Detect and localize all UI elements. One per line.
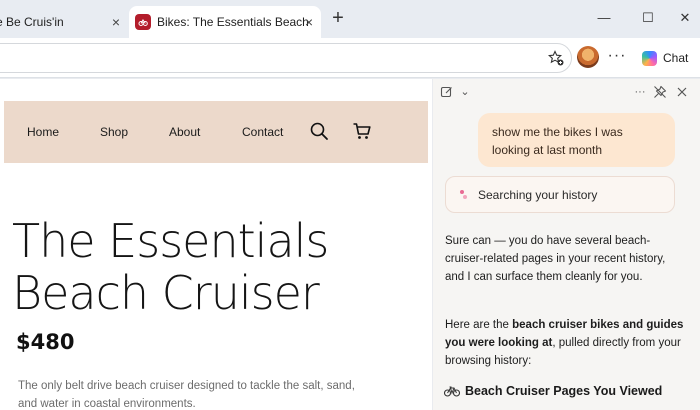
tab-strip: e Be Cruis'in × Bikes: The Essentials Be… <box>0 0 700 38</box>
address-bar[interactable] <box>0 43 572 73</box>
close-tab-icon[interactable]: × <box>301 14 317 30</box>
profile-avatar[interactable] <box>577 46 599 68</box>
product-description: The only belt drive beach cruiser design… <box>18 380 355 410</box>
close-sidebar-icon[interactable] <box>675 85 689 99</box>
search-status-text: Searching your history <box>478 187 598 202</box>
chat-label: Chat <box>663 51 689 65</box>
bicycle-icon <box>444 386 460 397</box>
close-tab-icon[interactable]: × <box>108 14 124 30</box>
chevron-down-icon[interactable]: ⌄ <box>458 85 472 99</box>
web-page: Home Shop About Contact The Essentials B… <box>0 79 432 410</box>
tab-title: Bikes: The Essentials Beach Cruiser <box>157 15 312 29</box>
nav-home-link[interactable]: Home <box>27 125 59 139</box>
nav-contact-link[interactable]: Contact <box>242 125 283 139</box>
close-window-button[interactable]: ✕ <box>677 10 693 26</box>
site-favicon-icon <box>135 14 151 30</box>
tab-current[interactable]: Bikes: The Essentials Beach Cruiser × <box>129 6 321 38</box>
sidebar-more-icon[interactable]: ··· <box>633 85 647 99</box>
minimize-button[interactable]: — <box>596 10 612 26</box>
browser-toolbar: ··· Chat <box>0 38 700 78</box>
user-message-bubble: show me the bikes I was looking at last … <box>478 113 675 167</box>
site-navigation: Home Shop About Contact <box>4 101 428 163</box>
more-options-button[interactable]: ··· <box>606 46 628 68</box>
copilot-chat-button[interactable]: Chat <box>636 45 694 71</box>
maximize-button[interactable]: ☐ <box>640 10 656 26</box>
product-price: $480 <box>16 330 75 354</box>
new-tab-button[interactable]: + <box>328 8 348 29</box>
sidebar-header: ⌄ ··· <box>433 79 700 105</box>
product-title: The Essentials Beach Cruiser <box>12 214 329 320</box>
search-icon[interactable] <box>309 121 329 141</box>
tab-previous[interactable]: e Be Cruis'in × <box>0 6 128 38</box>
tab-title: e Be Cruis'in <box>0 15 64 29</box>
new-chat-icon[interactable] <box>440 85 454 99</box>
assistant-response-paragraph: Here are the beach cruiser bikes and gui… <box>445 316 685 370</box>
response-heading: Beach Cruiser Pages You Viewed <box>444 384 694 398</box>
heading-text: Beach Cruiser Pages You Viewed <box>465 384 663 398</box>
nav-about-link[interactable]: About <box>169 125 200 139</box>
cart-icon[interactable] <box>352 121 372 141</box>
nav-shop-link[interactable]: Shop <box>100 125 128 139</box>
unpin-icon[interactable] <box>653 85 667 99</box>
copilot-icon <box>642 50 657 66</box>
assistant-response-paragraph: Sure can — you do have several beach-cru… <box>445 235 666 283</box>
response-text: Here are the <box>445 319 513 331</box>
copilot-sidebar: ⌄ ··· show me the bikes I was looking at… <box>433 79 700 410</box>
sparkle-icon <box>458 189 468 200</box>
add-favorite-icon[interactable] <box>548 50 564 66</box>
search-status-pill[interactable]: Searching your history <box>445 176 675 213</box>
